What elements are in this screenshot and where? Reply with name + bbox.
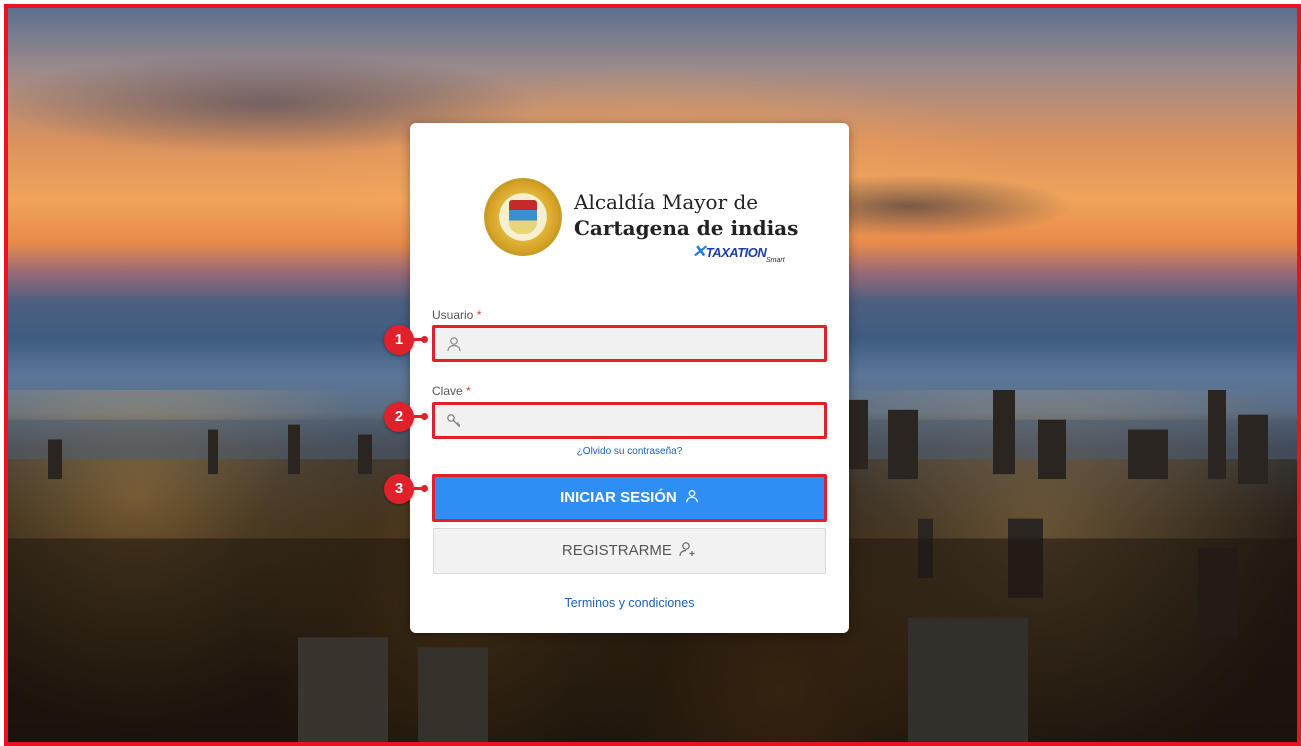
login-card: Alcaldía Mayor de Cartagena de indias ✕T… xyxy=(410,123,849,633)
password-field-label: Clave * xyxy=(432,384,471,398)
seal-emblem xyxy=(509,200,537,234)
required-mark: * xyxy=(466,384,471,398)
login-button-label: INICIAR SESIÓN xyxy=(560,489,677,506)
city-seal-logo xyxy=(484,178,562,256)
key-icon xyxy=(447,414,461,428)
brand-name: TAXATION xyxy=(705,245,767,260)
required-mark: * xyxy=(476,308,482,322)
password-label-text: Clave xyxy=(432,384,463,398)
taxation-x-icon: ✕ xyxy=(692,242,706,261)
screenshot-frame: Alcaldía Mayor de Cartagena de indias ✕T… xyxy=(4,4,1301,746)
forgot-password-link[interactable]: ¿Olvido su contraseña? xyxy=(410,446,849,457)
user-input-box[interactable] xyxy=(432,325,827,362)
username-input[interactable] xyxy=(471,328,815,361)
user-field-label: Usuario * xyxy=(432,308,481,322)
password-input[interactable] xyxy=(471,405,815,438)
callout-marker-2: 2 xyxy=(384,402,428,432)
user-label-text: Usuario xyxy=(432,308,474,322)
password-input-box[interactable] xyxy=(432,402,827,439)
brand-subtitle: Smart xyxy=(766,257,785,264)
taxation-logo: ✕TAXATION xyxy=(692,242,767,262)
terms-link[interactable]: Terminos y condiciones xyxy=(410,596,849,610)
register-button[interactable]: REGISTRARME xyxy=(433,528,826,574)
user-plus-icon xyxy=(679,542,695,557)
register-button-label: REGISTRARME xyxy=(561,542,672,559)
organization-name-line2: Cartagena de indias xyxy=(574,216,799,240)
user-icon xyxy=(447,337,461,352)
organization-name-line1: Alcaldía Mayor de xyxy=(574,190,759,214)
login-button[interactable]: INICIAR SESIÓN xyxy=(432,474,827,522)
user-icon xyxy=(686,489,698,503)
callout-marker-1: 1 xyxy=(384,325,428,355)
logo-header: Alcaldía Mayor de Cartagena de indias ✕T… xyxy=(484,178,798,268)
callout-marker-3: 3 xyxy=(384,474,428,504)
